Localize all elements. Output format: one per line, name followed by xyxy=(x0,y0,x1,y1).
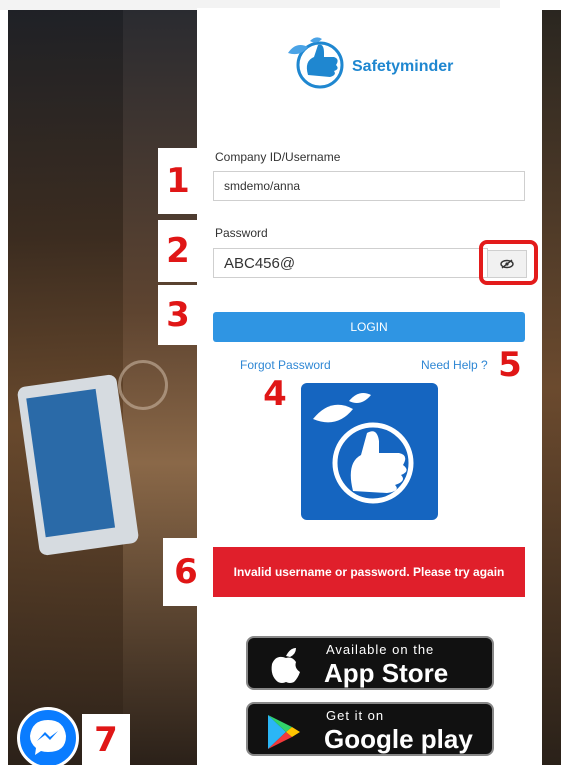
app-store-small-text: Available on the xyxy=(326,642,435,657)
google-play-badge[interactable]: Get it on Google play xyxy=(246,702,494,756)
eye-button-highlight xyxy=(479,240,538,285)
google-play-icon xyxy=(268,715,300,749)
messenger-chat-button[interactable] xyxy=(17,707,79,765)
marker-4: 4 xyxy=(256,372,294,416)
need-help-link[interactable]: Need Help ? xyxy=(421,358,488,372)
marker-2: 2 xyxy=(158,220,198,282)
app-store-badge[interactable]: Available on the App Store xyxy=(246,636,494,690)
brand-name: Safetyminder xyxy=(352,58,454,75)
error-message: Invalid username or password. Please try… xyxy=(213,547,525,597)
forgot-password-link[interactable]: Forgot Password xyxy=(240,358,331,372)
google-play-small-text: Get it on xyxy=(326,708,385,723)
username-input[interactable] xyxy=(213,171,525,201)
marker-6: 6 xyxy=(163,538,209,606)
marker-5: 5 xyxy=(492,345,528,385)
apple-icon xyxy=(271,648,300,683)
background-cup xyxy=(118,360,168,410)
app-logo xyxy=(301,383,438,520)
background-strip-right xyxy=(540,10,561,765)
marker-7: 7 xyxy=(82,714,130,765)
login-button[interactable]: LOGIN xyxy=(213,312,525,342)
marker-1: 1 xyxy=(158,148,198,214)
password-label: Password xyxy=(215,226,268,240)
password-input[interactable] xyxy=(213,248,488,278)
thumbs-up-leaf-icon xyxy=(313,393,414,504)
username-label: Company ID/Username xyxy=(215,150,341,164)
app-store-big-text: App Store xyxy=(324,658,449,688)
google-play-big-text: Google play xyxy=(324,724,473,754)
marker-3: 3 xyxy=(158,285,198,345)
safetyminder-logo-icon xyxy=(288,37,344,89)
messenger-icon xyxy=(30,720,66,755)
